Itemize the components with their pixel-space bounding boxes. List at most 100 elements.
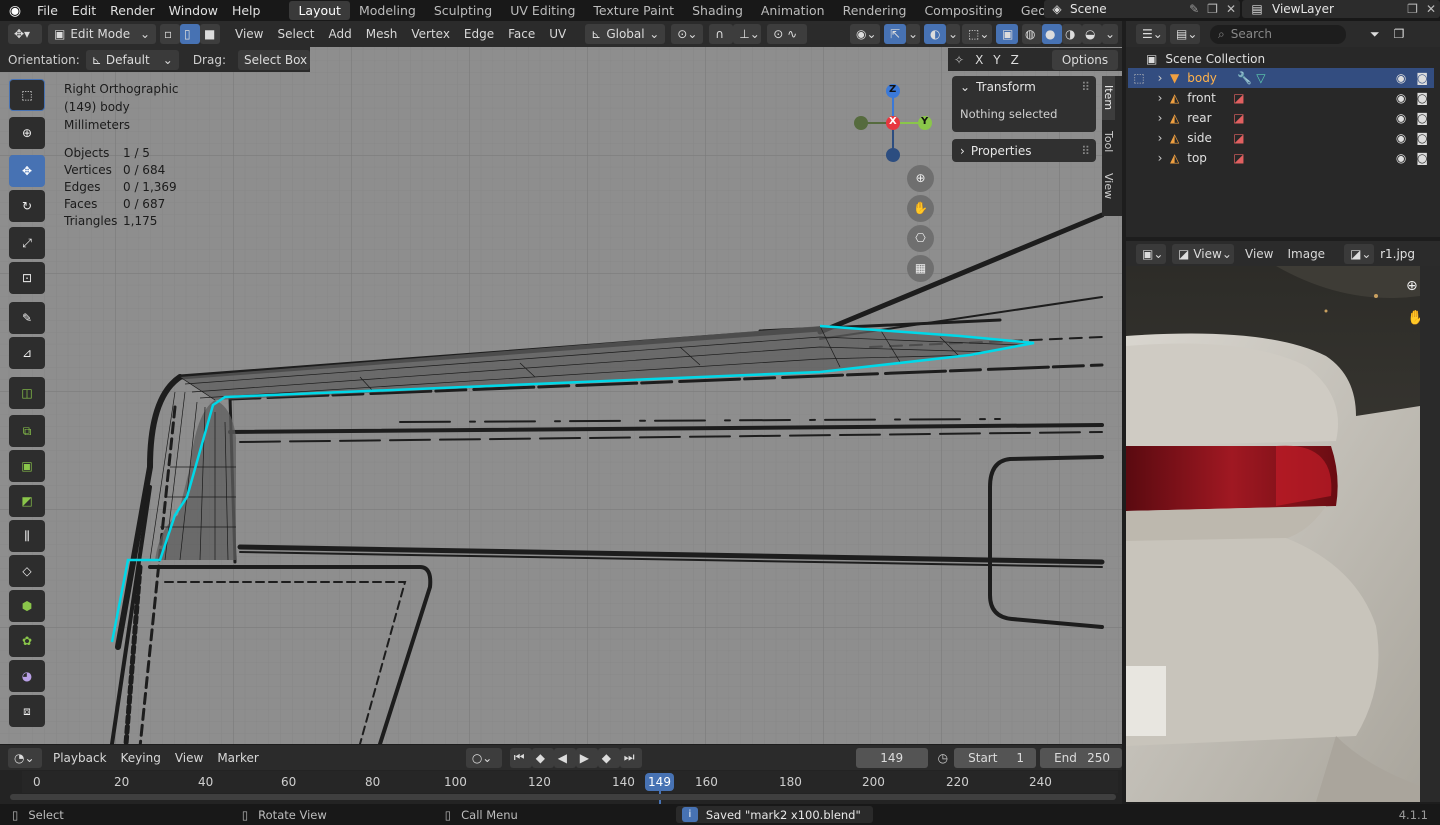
- workspace-tab-rendering[interactable]: Rendering: [834, 1, 916, 20]
- overlays-toggle[interactable]: ◐: [924, 24, 946, 44]
- expand-arrow-icon[interactable]: ›: [1150, 151, 1170, 165]
- smooth-tool[interactable]: ◕: [9, 660, 45, 692]
- workspace-tab-shading[interactable]: Shading: [683, 1, 752, 20]
- timeline-editor-type[interactable]: ◔⌄: [8, 747, 42, 768]
- jump-prev-keyframe-button[interactable]: ◆: [531, 747, 554, 768]
- annotate-tool[interactable]: ✎: [9, 302, 45, 334]
- outliner-item-body[interactable]: ⬚ › ▼ body 🔧 ▽ ◉ ◙: [1128, 68, 1434, 88]
- gizmo-toggle[interactable]: ⇱: [884, 24, 906, 44]
- render-camera-icon[interactable]: ◙: [1416, 111, 1428, 125]
- workspace-tab-uv-editing[interactable]: UV Editing: [501, 1, 584, 20]
- rotate-tool[interactable]: ↻: [9, 190, 45, 222]
- display-mode-dropdown[interactable]: ▤⌄: [1170, 24, 1200, 44]
- extrude-tool[interactable]: ⧉: [9, 415, 45, 447]
- mesh-overlays-button[interactable]: ⬚⌄: [962, 24, 992, 44]
- delete-view-layer-icon[interactable]: ✕: [1422, 2, 1440, 16]
- zoom-icon[interactable]: ⊕: [1406, 278, 1418, 294]
- preview-range-clock-icon[interactable]: ◷: [938, 751, 948, 765]
- visibility-eye-icon[interactable]: ◉: [1396, 91, 1406, 105]
- poly-build-tool[interactable]: ⬢: [9, 590, 45, 622]
- pin-icon[interactable]: ✎: [1185, 2, 1203, 16]
- viewport-menu-vertex[interactable]: Vertex: [404, 27, 457, 41]
- gizmo-dropdown[interactable]: ⌄: [906, 24, 920, 44]
- snap-toggle[interactable]: ∩: [709, 24, 734, 44]
- visibility-eye-icon[interactable]: ◉: [1396, 111, 1406, 125]
- visibility-eye-icon[interactable]: ◉: [1396, 131, 1406, 145]
- outliner-item-side[interactable]: › ◭ side ◪ ◉ ◙: [1128, 128, 1434, 148]
- image-editor-type[interactable]: ▣⌄: [1136, 243, 1166, 264]
- image-view-mode-dropdown[interactable]: ◪ View ⌄: [1172, 243, 1234, 264]
- jump-start-button[interactable]: ⏮: [509, 747, 532, 768]
- menu-help[interactable]: Help: [225, 3, 268, 18]
- workspace-tab-compositing[interactable]: Compositing: [915, 1, 1011, 20]
- shading-wireframe-button[interactable]: ◍: [1022, 24, 1042, 44]
- mode-dropdown[interactable]: ▣ Edit Mode ⌄: [48, 24, 156, 44]
- ortho-grid-icon[interactable]: ▦: [907, 255, 934, 282]
- transform-panel-header[interactable]: ⌄ Transform ⠿: [952, 76, 1096, 98]
- expand-arrow-icon[interactable]: ›: [1150, 71, 1170, 85]
- pan-hand-icon[interactable]: ✋: [1407, 310, 1420, 326]
- pan-hand-icon[interactable]: ✋: [907, 195, 934, 222]
- zoom-icon[interactable]: ⊕: [907, 165, 934, 192]
- shading-solid-button[interactable]: ●: [1042, 24, 1062, 44]
- add-cube-tool[interactable]: ◫: [9, 377, 45, 409]
- transform-orientation-dropdown[interactable]: ⊾ Global ⌄: [585, 24, 666, 44]
- drag-handle-icon[interactable]: ⠿: [1081, 80, 1090, 94]
- loop-cut-tool[interactable]: ⫼: [9, 520, 45, 552]
- mirror-z-toggle[interactable]: Z: [1006, 53, 1024, 67]
- shading-rendered-button[interactable]: ◒: [1082, 24, 1102, 44]
- viewport-3d[interactable]: Right Orthographic (149) body Millimeter…: [0, 47, 1122, 744]
- timeline-menu-view[interactable]: View: [168, 751, 210, 765]
- knife-tool[interactable]: ◇: [9, 555, 45, 587]
- mirror-x-toggle[interactable]: X: [970, 53, 988, 67]
- viewport-menu-face[interactable]: Face: [501, 27, 542, 41]
- new-collection-icon[interactable]: ❐: [1394, 27, 1405, 41]
- play-reverse-button[interactable]: ◀: [553, 747, 576, 768]
- edge-select-button[interactable]: ▯: [180, 24, 200, 44]
- image-name-field[interactable]: r1.jpg: [1380, 247, 1415, 261]
- pivot-point-dropdown[interactable]: ⊙⌄: [671, 24, 704, 44]
- visibility-eye-icon[interactable]: ◉: [1396, 71, 1406, 85]
- timeline-scrollbar[interactable]: [10, 794, 1116, 800]
- workspace-tab-sculpting[interactable]: Sculpting: [425, 1, 501, 20]
- snap-target-dropdown[interactable]: ⊥⌄: [733, 24, 762, 44]
- xray-toggle[interactable]: ▣: [996, 24, 1018, 44]
- expand-arrow-icon[interactable]: ›: [1150, 111, 1170, 125]
- blender-logo-icon[interactable]: ◉: [0, 3, 30, 19]
- visibility-dropdown[interactable]: ◉⌄: [850, 24, 880, 44]
- expand-arrow-icon[interactable]: ›: [1150, 131, 1170, 145]
- filter-icon[interactable]: ⏷: [1370, 27, 1380, 42]
- outliner-item-front[interactable]: › ◭ front ◪ ◉ ◙: [1128, 88, 1434, 108]
- viewport-menu-mesh[interactable]: Mesh: [359, 27, 405, 41]
- workspace-tab-texture-paint[interactable]: Texture Paint: [584, 1, 683, 20]
- scale-tool[interactable]: ⤢: [9, 227, 45, 259]
- view-layer-selector[interactable]: ▤ ViewLayer ❐ ✕: [1242, 0, 1440, 18]
- auto-keying-toggle[interactable]: ○⌄: [465, 747, 502, 768]
- viewport-menu-edge[interactable]: Edge: [457, 27, 501, 41]
- visibility-eye-icon[interactable]: ◉: [1396, 151, 1406, 165]
- overlays-dropdown[interactable]: ⌄: [946, 24, 960, 44]
- outliner-item-rear[interactable]: › ◭ rear ◪ ◉ ◙: [1128, 108, 1434, 128]
- timeline-menu-marker[interactable]: Marker: [210, 751, 265, 765]
- modifier-wrench-icon[interactable]: 🔧: [1237, 71, 1252, 85]
- camera-view-icon[interactable]: ⎔: [907, 225, 934, 252]
- shear-tool[interactable]: ⧈: [9, 695, 45, 727]
- face-select-button[interactable]: ■: [200, 24, 220, 44]
- image-data-icon[interactable]: ◪: [1233, 91, 1244, 105]
- viewport-menu-view[interactable]: View: [228, 27, 270, 41]
- shading-material-button[interactable]: ◑: [1062, 24, 1082, 44]
- drag-handle-icon[interactable]: ⠿: [1081, 144, 1090, 158]
- render-camera-icon[interactable]: ◙: [1416, 151, 1428, 165]
- bevel-tool[interactable]: ◩: [9, 485, 45, 517]
- menu-render[interactable]: Render: [103, 3, 162, 18]
- jump-next-keyframe-button[interactable]: ◆: [597, 747, 620, 768]
- vertex-select-button[interactable]: ▫: [160, 24, 180, 44]
- play-button[interactable]: ▶: [575, 747, 598, 768]
- end-frame-field[interactable]: End 250: [1040, 747, 1122, 768]
- npanel-tab-item[interactable]: Item: [1102, 76, 1115, 120]
- image-browse-dropdown[interactable]: ◪⌄: [1344, 243, 1375, 264]
- mesh-data-icon[interactable]: ▽: [1256, 71, 1265, 85]
- workspace-tab-animation[interactable]: Animation: [752, 1, 834, 20]
- image-data-icon[interactable]: ◪: [1233, 151, 1244, 165]
- outliner-search-input[interactable]: ⌕ Search: [1210, 24, 1346, 44]
